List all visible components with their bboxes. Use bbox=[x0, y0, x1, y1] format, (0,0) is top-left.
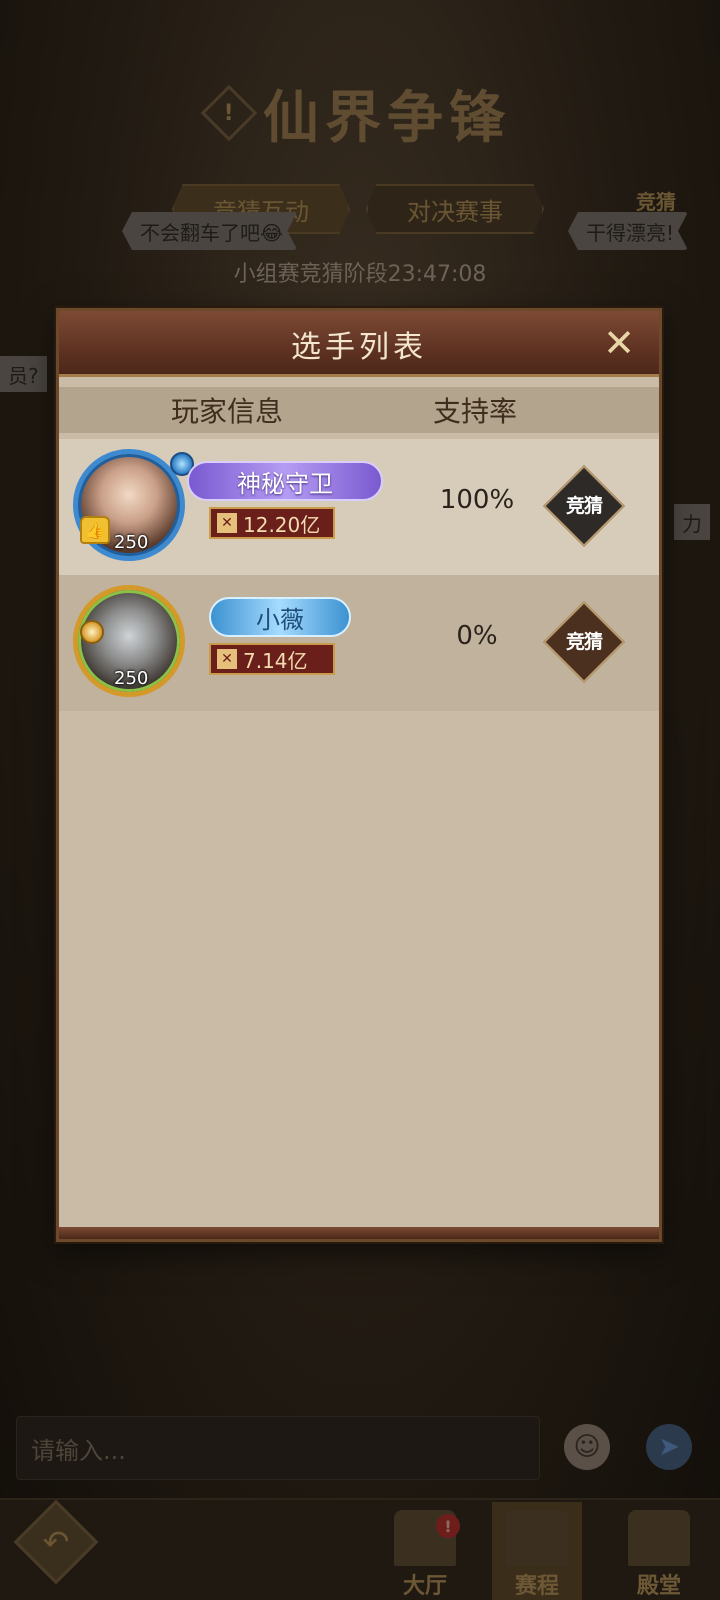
guess-shortcut: 竞猜 bbox=[636, 190, 676, 214]
player-row: 250 小薇 ✕ 7.14亿 0% 竞猜 bbox=[59, 575, 659, 711]
player-list-dialog: 选手列表 ✕ 玩家信息 支持率 👍 250 神秘守卫 ✕ 12.20亿 100%… bbox=[56, 308, 662, 1242]
back-arrow-icon: ↶ bbox=[42, 1523, 70, 1561]
crossed-swords-icon: ✕ bbox=[217, 649, 237, 669]
player-row: 👍 250 神秘守卫 ✕ 12.20亿 100% 竞猜 bbox=[59, 439, 659, 575]
crossed-swords-icon: ✕ bbox=[217, 513, 237, 533]
tab-match-events: 对决赛事 bbox=[366, 184, 544, 234]
combat-power: ✕ 7.14亿 bbox=[209, 643, 335, 675]
combat-power-value: 7.14亿 bbox=[243, 648, 308, 673]
dialog-header: 选手列表 ✕ bbox=[59, 311, 659, 377]
nav-label: 赛程 bbox=[514, 1573, 559, 1599]
notification-badge: ! bbox=[436, 1514, 460, 1538]
player-name: 小薇 bbox=[209, 597, 351, 637]
thumbs-up-icon: 👍 bbox=[80, 516, 110, 544]
player-name: 神秘守卫 bbox=[187, 461, 383, 501]
page-title: 仙界争锋 bbox=[263, 84, 511, 151]
column-header-player-info: 玩家信息 bbox=[171, 395, 284, 428]
bottom-nav bbox=[0, 1498, 720, 1600]
flower-icon bbox=[80, 620, 104, 644]
support-rate: 100% bbox=[439, 485, 515, 515]
dialog-footer bbox=[59, 1227, 659, 1239]
avatar[interactable]: 250 bbox=[73, 585, 185, 697]
scroll-icon bbox=[506, 1510, 568, 1566]
close-button[interactable]: ✕ bbox=[599, 323, 639, 363]
support-rate: 0% bbox=[456, 621, 498, 651]
dialog-title: 选手列表 bbox=[291, 330, 427, 365]
chat-input: 请输入... bbox=[16, 1416, 540, 1480]
danmaku-message: 员? bbox=[0, 356, 47, 392]
guess-button[interactable]: 竞猜 bbox=[542, 464, 626, 548]
danmaku-message: 力 bbox=[674, 504, 710, 540]
nav-label: 殿堂 bbox=[636, 1573, 681, 1599]
nav-hall: 殿堂 bbox=[614, 1502, 704, 1600]
info-icon: ! bbox=[200, 84, 258, 142]
danmaku-message: 不会翻车了吧😂 bbox=[122, 212, 297, 250]
send-icon: ➤ bbox=[646, 1424, 692, 1470]
column-headers: 玩家信息 支持率 bbox=[59, 387, 659, 433]
guess-button[interactable]: 竞猜 bbox=[542, 600, 626, 684]
palace-icon bbox=[628, 1510, 690, 1566]
combat-power-value: 12.20亿 bbox=[243, 512, 321, 537]
combat-power: ✕ 12.20亿 bbox=[209, 507, 335, 539]
nav-label: 大厅 bbox=[402, 1573, 447, 1599]
column-header-support-rate: 支持率 bbox=[433, 395, 518, 428]
danmaku-message: 干得漂亮! bbox=[568, 212, 688, 250]
nav-schedule: 赛程 bbox=[492, 1502, 582, 1600]
player-level: 250 bbox=[114, 668, 149, 689]
guess-button-label: 竞猜 bbox=[565, 631, 602, 653]
stage-timer: 小组赛竞猜阶段23:47:08 bbox=[233, 262, 487, 287]
emoji-icon: ☺ bbox=[564, 1424, 610, 1470]
player-level: 250 bbox=[114, 532, 149, 553]
avatar[interactable]: 👍 250 bbox=[73, 449, 194, 561]
guess-button-label: 竞猜 bbox=[565, 495, 602, 517]
page-header: ! 仙界争锋 bbox=[0, 78, 720, 151]
